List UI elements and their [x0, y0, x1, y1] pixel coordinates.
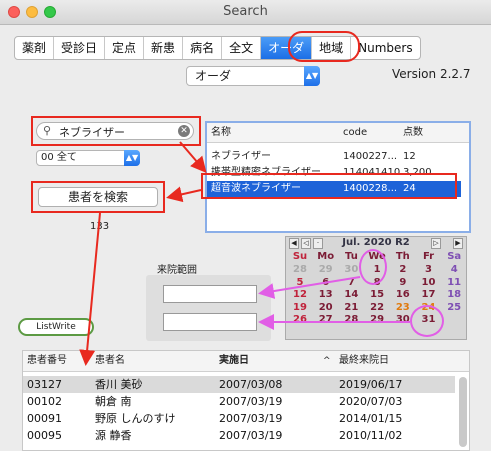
arrow-selection-to-button	[166, 186, 202, 203]
arrow-start-date-to-from	[258, 276, 361, 299]
arrow-search-to-table	[179, 141, 207, 174]
annotation-arrows	[79, 141, 410, 366]
arrow-button-to-results	[79, 212, 101, 366]
search-window: Search 薬剤 受診日 定点 新患 病名 全文 オーダ 地域 Numbers…	[0, 0, 491, 451]
